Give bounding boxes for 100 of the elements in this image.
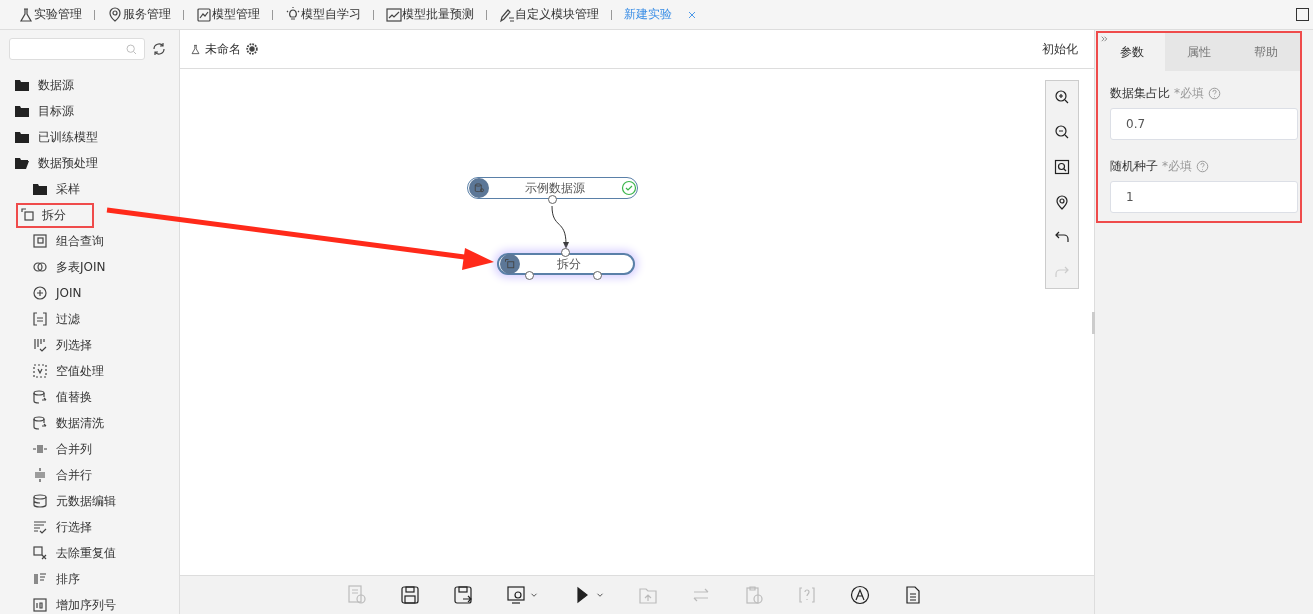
module-label[interactable]: 元数据编辑	[54, 489, 118, 513]
module-label[interactable]: 已训练模型	[36, 125, 100, 149]
zoom-tool-button[interactable]	[1054, 159, 1070, 175]
toolbar-button[interactable]	[850, 585, 870, 605]
overlap-circles-icon	[32, 259, 48, 275]
serial-number-icon	[32, 597, 48, 613]
required-hint: *必填	[1174, 85, 1204, 102]
flask-icon	[190, 43, 201, 55]
location-pin-icon	[107, 6, 123, 23]
flow-node[interactable]: 示例数据源	[467, 177, 638, 199]
zoom-in-icon	[1054, 89, 1070, 105]
input-field[interactable]: 0.7	[1110, 108, 1298, 140]
document-clock-icon	[347, 585, 367, 605]
lightbulb-icon	[285, 6, 301, 23]
search-icon	[125, 42, 138, 56]
port-handle[interactable]	[561, 248, 570, 257]
merge-rows-icon	[32, 467, 48, 483]
undo-icon	[1054, 229, 1070, 245]
search-field[interactable]	[9, 38, 145, 60]
folder-upload-icon	[638, 585, 658, 605]
sort-lines-icon	[32, 571, 48, 587]
initialize-button[interactable]: 初始化	[1036, 39, 1084, 59]
help-icon	[1208, 87, 1221, 100]
floppy-export-icon	[453, 585, 473, 605]
document-icon	[903, 585, 923, 605]
module-label[interactable]: 空值处理	[54, 359, 106, 383]
field-label: 随机种子	[1110, 158, 1158, 175]
check-circle-icon	[621, 180, 637, 196]
nav-tab[interactable]: 自定义模块管理	[515, 6, 599, 23]
node-label: 拆分	[555, 255, 582, 273]
clipboard-clock-icon	[744, 585, 764, 605]
field-label: 数据集占比	[1110, 85, 1170, 102]
module-label[interactable]: 目标源	[36, 99, 76, 123]
split-squares-icon	[504, 258, 516, 270]
help-bracket-icon	[797, 585, 817, 605]
node-label: 示例数据源	[524, 179, 586, 197]
toolbar-button[interactable]	[400, 585, 420, 605]
toolbar-button[interactable]	[506, 585, 539, 605]
zoom-tool-button[interactable]	[1054, 89, 1070, 105]
module-label[interactable]: 合并列	[54, 437, 94, 461]
refresh-icon	[151, 41, 167, 57]
combine-query-icon	[32, 233, 48, 249]
nav-tab[interactable]: 模型批量预测	[402, 6, 474, 23]
module-label[interactable]: 数据预处理	[36, 151, 100, 175]
location-pin-icon	[1054, 194, 1070, 210]
circled-a-icon	[850, 585, 870, 605]
redo-icon	[1054, 264, 1070, 280]
module-label[interactable]: 采样	[54, 177, 82, 201]
monitor-gear-icon	[506, 585, 526, 605]
module-label[interactable]: 拆分	[42, 206, 66, 224]
line-chart-icon	[386, 6, 402, 23]
plus-circle-icon	[32, 285, 48, 301]
help-icon	[1196, 160, 1209, 173]
nav-tab[interactable]: 服务管理	[123, 6, 171, 23]
database-icon	[473, 182, 485, 194]
module-label[interactable]: 多表JOIN	[54, 255, 108, 279]
database-swap-icon	[32, 415, 48, 431]
dashed-box-icon	[32, 363, 48, 379]
line-chart-icon	[196, 6, 212, 23]
nav-tab[interactable]: 模型管理	[212, 6, 260, 23]
port-handle[interactable]	[547, 195, 557, 204]
nav-tab[interactable]: 模型自学习	[301, 6, 361, 23]
port-handle[interactable]	[525, 271, 534, 280]
module-label[interactable]: 值替换	[54, 385, 94, 409]
panel-tab[interactable]: 属性	[1165, 33, 1233, 71]
duplicate-remove-icon	[32, 545, 48, 561]
module-label[interactable]: 行选择	[54, 515, 94, 539]
zoom-out-icon	[1054, 124, 1070, 140]
connector-line	[551, 205, 569, 249]
module-label[interactable]: 去除重复值	[54, 541, 118, 565]
module-label[interactable]: JOIN	[54, 283, 84, 303]
input-field[interactable]: 1	[1110, 181, 1298, 213]
gear-icon	[245, 42, 259, 56]
database-swap-icon	[32, 389, 48, 405]
port-handle[interactable]	[593, 271, 602, 280]
module-label[interactable]: 组合查询	[54, 229, 106, 253]
module-label[interactable]: 增加序列号	[54, 593, 118, 614]
flow-node[interactable]: 拆分	[497, 253, 635, 275]
module-label[interactable]: 数据清洗	[54, 411, 106, 435]
module-label[interactable]: 合并行	[54, 463, 94, 487]
zoom-tool-button[interactable]	[1054, 194, 1070, 210]
module-label[interactable]: 排序	[54, 567, 82, 591]
zoom-tool-button[interactable]	[1054, 124, 1070, 140]
expand-icon	[1100, 35, 1109, 44]
column-check-icon	[32, 337, 48, 353]
database-edit-icon	[32, 493, 48, 509]
split-squares-icon	[20, 207, 36, 223]
nav-tab[interactable]: 实验管理	[34, 6, 82, 23]
module-label[interactable]: 数据源	[36, 73, 76, 97]
panel-tab[interactable]: 帮助	[1232, 33, 1300, 71]
module-label[interactable]: 列选择	[54, 333, 94, 357]
maximize-icon[interactable]	[1296, 8, 1309, 21]
fit-view-icon	[1054, 159, 1070, 175]
filter-bracket-icon	[32, 311, 48, 327]
zoom-tool-button[interactable]	[1054, 229, 1070, 245]
required-hint: *必填	[1162, 158, 1192, 175]
flask-icon	[18, 6, 34, 23]
toolbar-button[interactable]	[453, 585, 473, 605]
experiment-title: 未命名	[205, 40, 241, 58]
module-label[interactable]: 过滤	[54, 307, 82, 331]
